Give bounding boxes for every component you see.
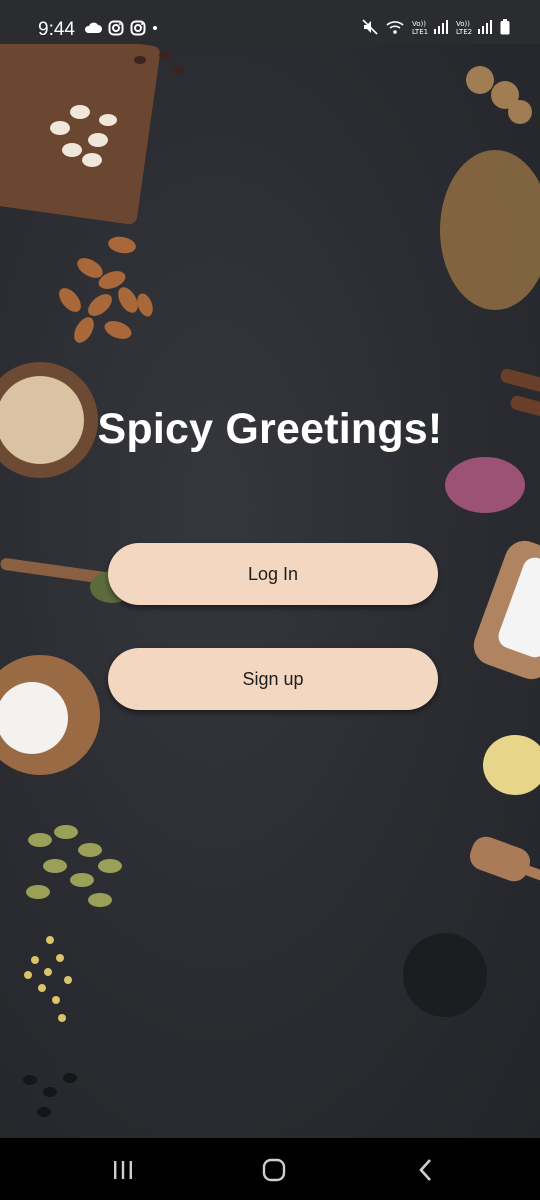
welcome-screen: 9:44 Vo)) LTE1 Vo)) LTE2 Spicy Greetings… (0, 0, 540, 1200)
login-button-label: Log In (247, 563, 299, 584)
back-icon (419, 1159, 431, 1181)
signup-button[interactable]: Sign up (108, 648, 438, 710)
svg-text:Vo)): Vo)) (412, 20, 426, 28)
svg-text:Vo)): Vo)) (456, 20, 470, 28)
dot-icon (153, 26, 157, 30)
svg-text:LTE2: LTE2 (456, 28, 472, 35)
navigation-bar (0, 1138, 540, 1200)
home-button[interactable] (259, 1156, 289, 1184)
page-title: Spicy Greetings! (97, 405, 443, 453)
instagram-icon (108, 20, 124, 36)
svg-text:LTE1: LTE1 (412, 28, 428, 35)
status-bar: 9:44 Vo)) LTE1 Vo)) LTE2 (0, 0, 540, 44)
home-icon (262, 1158, 286, 1182)
status-time: 9:44 (38, 19, 75, 40)
instagram-icon (130, 20, 146, 36)
status-right-icons: Vo)) LTE1 Vo)) LTE2 (362, 19, 510, 35)
back-button[interactable] (411, 1156, 441, 1184)
lte2-signal-icon: Vo)) LTE2 (456, 20, 492, 35)
mute-icon (362, 19, 378, 35)
login-button[interactable]: Log In (108, 543, 438, 605)
lte1-signal-icon: Vo)) LTE1 (412, 20, 448, 35)
cloud-icon (84, 22, 102, 33)
recent-apps-button[interactable] (108, 1156, 138, 1184)
status-left-icons (84, 20, 158, 36)
recent-apps-icon (114, 1161, 132, 1179)
signup-button-label: Sign up (242, 668, 304, 689)
battery-icon (500, 19, 510, 35)
wifi-icon (386, 21, 404, 34)
